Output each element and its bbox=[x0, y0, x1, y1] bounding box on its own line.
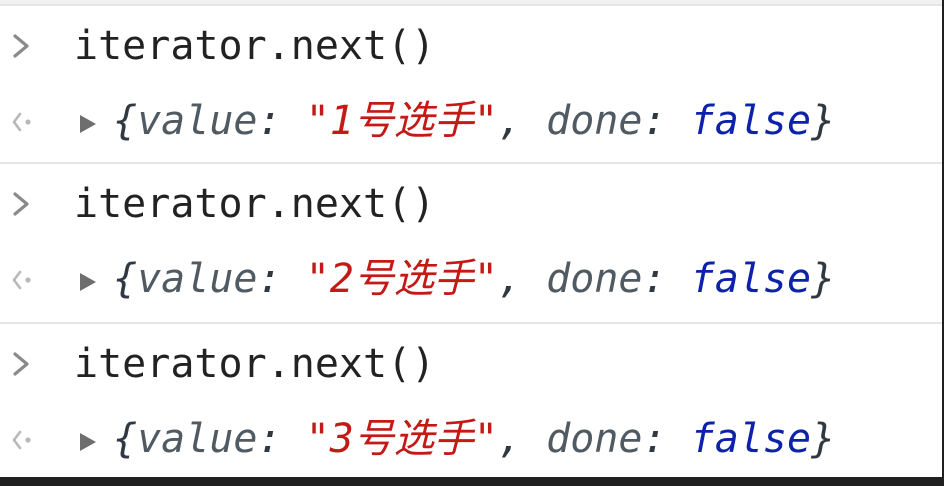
value-string: "3号选手" bbox=[305, 416, 498, 462]
done-key: done bbox=[546, 256, 643, 302]
done-key: done bbox=[546, 98, 643, 144]
console-result-row: {value: "3号选手", done: false} bbox=[0, 400, 942, 480]
console-input-row: iterator.next() bbox=[0, 162, 942, 244]
console-input-text: iterator.next() bbox=[74, 181, 436, 227]
console-input-row: iterator.next() bbox=[0, 322, 942, 404]
return-arrow-icon bbox=[12, 112, 31, 132]
value-string: "2号选手" bbox=[305, 256, 498, 302]
comma: , bbox=[497, 256, 523, 302]
console-result-row: {value: "1号选手", done: false} bbox=[0, 82, 942, 162]
result-object-preview[interactable]: {value: "1号选手", done: false} bbox=[113, 97, 835, 145]
value-key: value bbox=[137, 416, 258, 462]
colon: : bbox=[257, 98, 282, 144]
return-arrow-icon bbox=[12, 270, 31, 290]
open-brace: { bbox=[113, 256, 138, 302]
triangle-right-icon[interactable] bbox=[76, 268, 100, 296]
value-string: "1号选手" bbox=[305, 98, 498, 144]
open-brace: { bbox=[113, 416, 138, 462]
triangle-right-icon[interactable] bbox=[76, 110, 100, 138]
close-brace: } bbox=[811, 98, 836, 144]
done-boolean: false bbox=[690, 416, 812, 462]
close-brace: } bbox=[811, 416, 836, 462]
devtools-console: iterator.next() {value: "1号选手", done: fa… bbox=[0, 0, 944, 486]
comma: , bbox=[497, 416, 523, 462]
colon: : bbox=[257, 416, 282, 462]
console-input-text: iterator.next() bbox=[74, 341, 436, 387]
value-key: value bbox=[137, 98, 258, 144]
comma: , bbox=[497, 98, 523, 144]
chevron-right-icon bbox=[13, 352, 29, 376]
result-object-preview[interactable]: {value: "3号选手", done: false} bbox=[113, 415, 835, 463]
console-input-text: iterator.next() bbox=[74, 23, 436, 69]
colon: : bbox=[642, 98, 667, 144]
close-brace: } bbox=[811, 256, 836, 302]
console-input-row: iterator.next() bbox=[0, 4, 942, 86]
result-object-preview[interactable]: {value: "2号选手", done: false} bbox=[113, 255, 835, 303]
value-key: value bbox=[137, 256, 258, 302]
chevron-right-icon bbox=[13, 192, 29, 216]
window-edge bbox=[0, 477, 944, 486]
triangle-right-icon[interactable] bbox=[76, 428, 100, 456]
console-result-row: {value: "2号选手", done: false} bbox=[0, 240, 942, 320]
done-key: done bbox=[546, 416, 643, 462]
return-arrow-icon bbox=[12, 430, 31, 450]
colon: : bbox=[642, 416, 667, 462]
colon: : bbox=[642, 256, 667, 302]
colon: : bbox=[257, 256, 282, 302]
open-brace: { bbox=[113, 98, 138, 144]
chevron-right-icon bbox=[13, 34, 29, 58]
done-boolean: false bbox=[690, 256, 812, 302]
done-boolean: false bbox=[690, 98, 812, 144]
